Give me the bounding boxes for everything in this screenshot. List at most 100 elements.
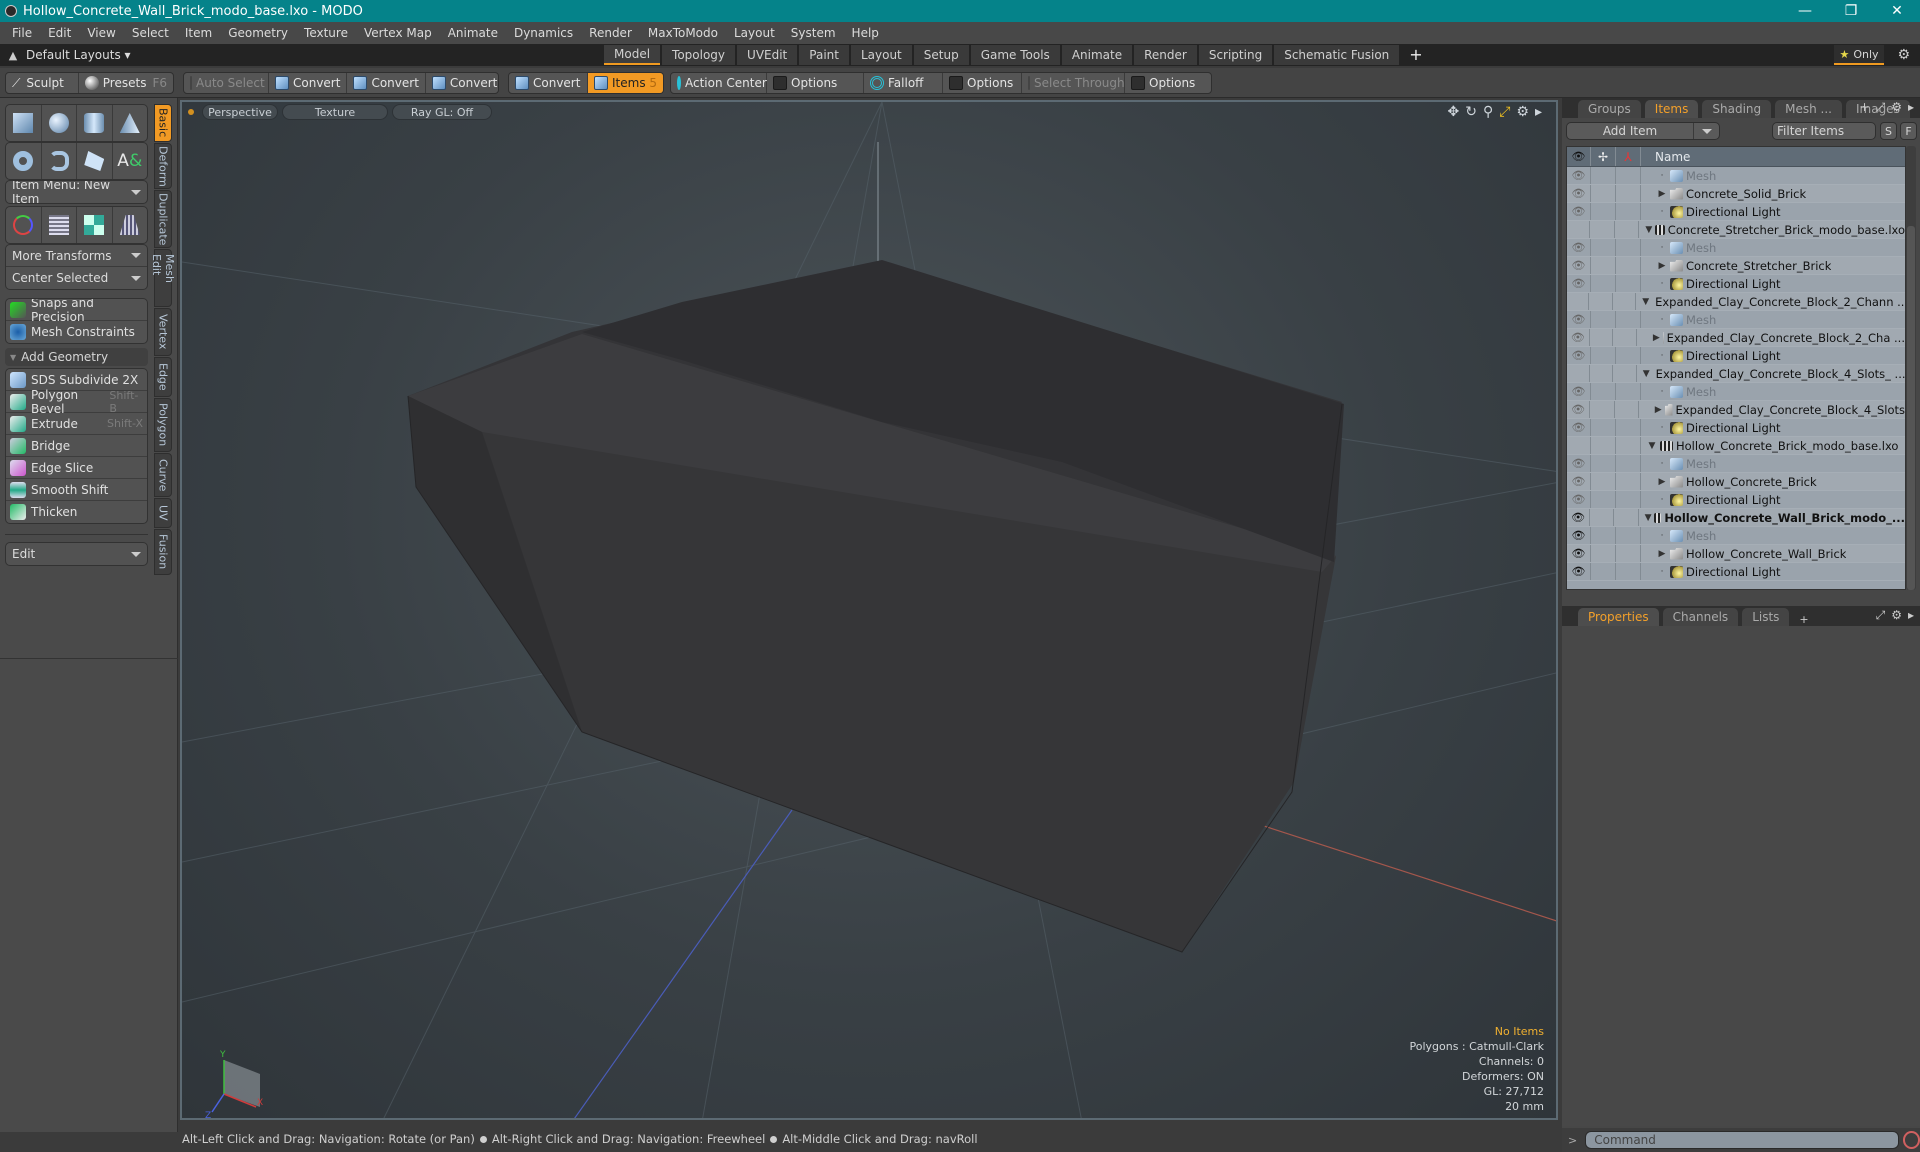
- item-row[interactable]: 👁 ▶ Concrete_Solid_Brick: [1567, 185, 1905, 203]
- maximize-icon[interactable]: ⤢: [1499, 104, 1510, 120]
- visibility-eye-icon[interactable]: [1567, 437, 1591, 454]
- item-row[interactable]: 👁 · Directional Light: [1567, 275, 1905, 293]
- action-center-options-button[interactable]: Options: [767, 73, 864, 93]
- item-name[interactable]: ▼ Expanded_Clay_Concrete_Block_4_Slots_ .…: [1637, 367, 1905, 381]
- item-name[interactable]: ▶ Concrete_Stretcher_Brick: [1641, 259, 1832, 273]
- visibility-eye-icon[interactable]: 👁: [1567, 311, 1591, 328]
- axis-cell[interactable]: [1616, 563, 1641, 580]
- lock-cell[interactable]: [1591, 203, 1616, 220]
- expand-toggle-icon[interactable]: ▼: [1645, 225, 1652, 235]
- taper-tool[interactable]: [113, 207, 148, 243]
- lock-cell[interactable]: [1591, 437, 1616, 454]
- axis-cell[interactable]: [1616, 527, 1641, 544]
- rotate-icon[interactable]: ↻: [1465, 104, 1477, 120]
- vtab-vertex[interactable]: Vertex: [154, 308, 172, 356]
- tab-lists[interactable]: Lists: [1742, 608, 1790, 626]
- expand-toggle-icon[interactable]: ▶: [1657, 261, 1667, 271]
- item-name[interactable]: · Directional Light: [1641, 421, 1781, 435]
- axis-cell[interactable]: [1616, 383, 1641, 400]
- axis-cell[interactable]: [1616, 185, 1641, 202]
- lock-cell[interactable]: [1591, 491, 1616, 508]
- axis-column-icon[interactable]: ⅄: [1616, 147, 1641, 166]
- item-name[interactable]: ▼ Expanded_Clay_Concrete_Block_2_Chann ..…: [1636, 295, 1905, 309]
- item-row[interactable]: 👁 · Directional Light: [1567, 491, 1905, 509]
- sphere-tool[interactable]: [42, 105, 77, 141]
- text-tool[interactable]: A&: [113, 143, 148, 179]
- shading-mode-button[interactable]: Texture: [282, 104, 388, 120]
- cube-tool[interactable]: [6, 105, 42, 141]
- vtab-deform[interactable]: Deform: [154, 143, 172, 189]
- expand-toggle-icon[interactable]: ▶: [1657, 189, 1667, 199]
- vtab-curve[interactable]: Curve: [154, 453, 172, 497]
- falloff-button[interactable]: Falloff: [864, 73, 943, 93]
- item-name[interactable]: · Mesh: [1641, 241, 1717, 255]
- transform-tool[interactable]: [6, 207, 42, 243]
- tab-paint[interactable]: Paint: [799, 45, 849, 65]
- visibility-eye-icon[interactable]: 👁: [1567, 401, 1591, 418]
- falloff-options-button[interactable]: Options: [943, 73, 1022, 93]
- tab-scripting[interactable]: Scripting: [1198, 45, 1273, 65]
- cone-tool[interactable]: [113, 105, 148, 141]
- menu-render[interactable]: Render: [581, 26, 640, 40]
- tab-items[interactable]: Items: [1644, 100, 1699, 118]
- visibility-eye-icon[interactable]: 👁: [1567, 257, 1591, 274]
- visibility-eye-icon[interactable]: 👁: [1567, 383, 1591, 400]
- axis-cell[interactable]: [1615, 401, 1639, 418]
- item-row[interactable]: 👁 · Mesh: [1567, 383, 1905, 401]
- menu-geometry[interactable]: Geometry: [220, 26, 296, 40]
- filter-items-input[interactable]: Filter Items: [1772, 122, 1876, 140]
- item-name[interactable]: · Mesh: [1641, 457, 1717, 471]
- minimize-button[interactable]: —: [1782, 0, 1828, 22]
- add-tab-icon[interactable]: +: [1793, 613, 1814, 626]
- presets-button[interactable]: Presets F6: [79, 73, 173, 93]
- visibility-eye-icon[interactable]: 👁: [1567, 185, 1591, 202]
- item-row[interactable]: 👁 ▶ Expanded_Clay_Concrete_Block_2_Cha ...: [1567, 329, 1905, 347]
- item-name[interactable]: ▼ Hollow_Concrete_Brick_modo_base.lxo: [1641, 439, 1899, 453]
- panel-menu-arrow-icon[interactable]: ▸: [1908, 100, 1914, 115]
- convert-polygons-button[interactable]: Convert: [426, 73, 498, 93]
- bridge-button[interactable]: Bridge: [6, 435, 147, 457]
- lock-column-icon[interactable]: ✢: [1591, 147, 1616, 166]
- item-row[interactable]: 👁 ▼ Hollow_Concrete_Wall_Brick_modo_...: [1567, 509, 1905, 527]
- axis-cell[interactable]: [1613, 365, 1637, 382]
- expand-toggle-icon[interactable]: ▼: [1642, 297, 1649, 307]
- viewport-options-dot[interactable]: [188, 109, 194, 115]
- axis-cell[interactable]: [1613, 329, 1637, 346]
- item-name[interactable]: ▶ Hollow_Concrete_Wall_Brick: [1641, 547, 1847, 561]
- menu-maxtomodo[interactable]: MaxToModo: [640, 26, 726, 40]
- lock-cell[interactable]: [1591, 185, 1616, 202]
- expand-toggle-icon[interactable]: ▶: [1653, 333, 1660, 343]
- item-row[interactable]: 👁 · Mesh: [1567, 167, 1905, 185]
- tab-groups[interactable]: Groups: [1578, 100, 1641, 118]
- visibility-eye-icon[interactable]: 👁: [1567, 167, 1591, 184]
- axis-cell[interactable]: [1616, 455, 1641, 472]
- edit-dropdown[interactable]: Edit: [6, 543, 147, 565]
- filter-f-button[interactable]: F: [1900, 122, 1917, 140]
- visibility-eye-icon[interactable]: 👁: [1567, 491, 1591, 508]
- menu-select[interactable]: Select: [124, 26, 177, 40]
- tab-properties[interactable]: Properties: [1578, 608, 1659, 626]
- items-mode-button[interactable]: Items 5: [588, 73, 663, 93]
- lock-cell[interactable]: [1591, 419, 1616, 436]
- smooth-shift-button[interactable]: Smooth Shift: [6, 479, 147, 501]
- add-layout-tab-button[interactable]: +: [1401, 45, 1430, 65]
- item-row[interactable]: 👁 ▶ Expanded_Clay_Concrete_Block_4_Slots: [1567, 401, 1905, 419]
- add-geometry-header[interactable]: ▼ Add Geometry: [5, 348, 148, 366]
- visibility-eye-icon[interactable]: 👁: [1567, 527, 1591, 544]
- uv-tool[interactable]: [77, 207, 113, 243]
- center-selected-dropdown[interactable]: Center Selected: [6, 267, 147, 289]
- add-item-dropdown[interactable]: Add Item: [1566, 122, 1720, 140]
- expand-icon[interactable]: ⤢: [1876, 608, 1886, 623]
- axis-cell[interactable]: [1616, 419, 1641, 436]
- visibility-column-icon[interactable]: 👁: [1567, 147, 1591, 166]
- item-row[interactable]: 👁 · Mesh: [1567, 455, 1905, 473]
- pen-tool[interactable]: [77, 143, 113, 179]
- menu-edit[interactable]: Edit: [40, 26, 79, 40]
- vtab-basic[interactable]: Basic: [154, 104, 172, 142]
- axis-cell[interactable]: [1616, 473, 1641, 490]
- sculpt-button[interactable]: ⟋ Sculpt: [6, 73, 79, 93]
- lattice-tool[interactable]: [42, 207, 77, 243]
- action-center-button[interactable]: Action Center: [671, 73, 767, 93]
- select-through-button[interactable]: Select Through: [1022, 73, 1125, 93]
- filter-s-button[interactable]: S: [1880, 122, 1897, 140]
